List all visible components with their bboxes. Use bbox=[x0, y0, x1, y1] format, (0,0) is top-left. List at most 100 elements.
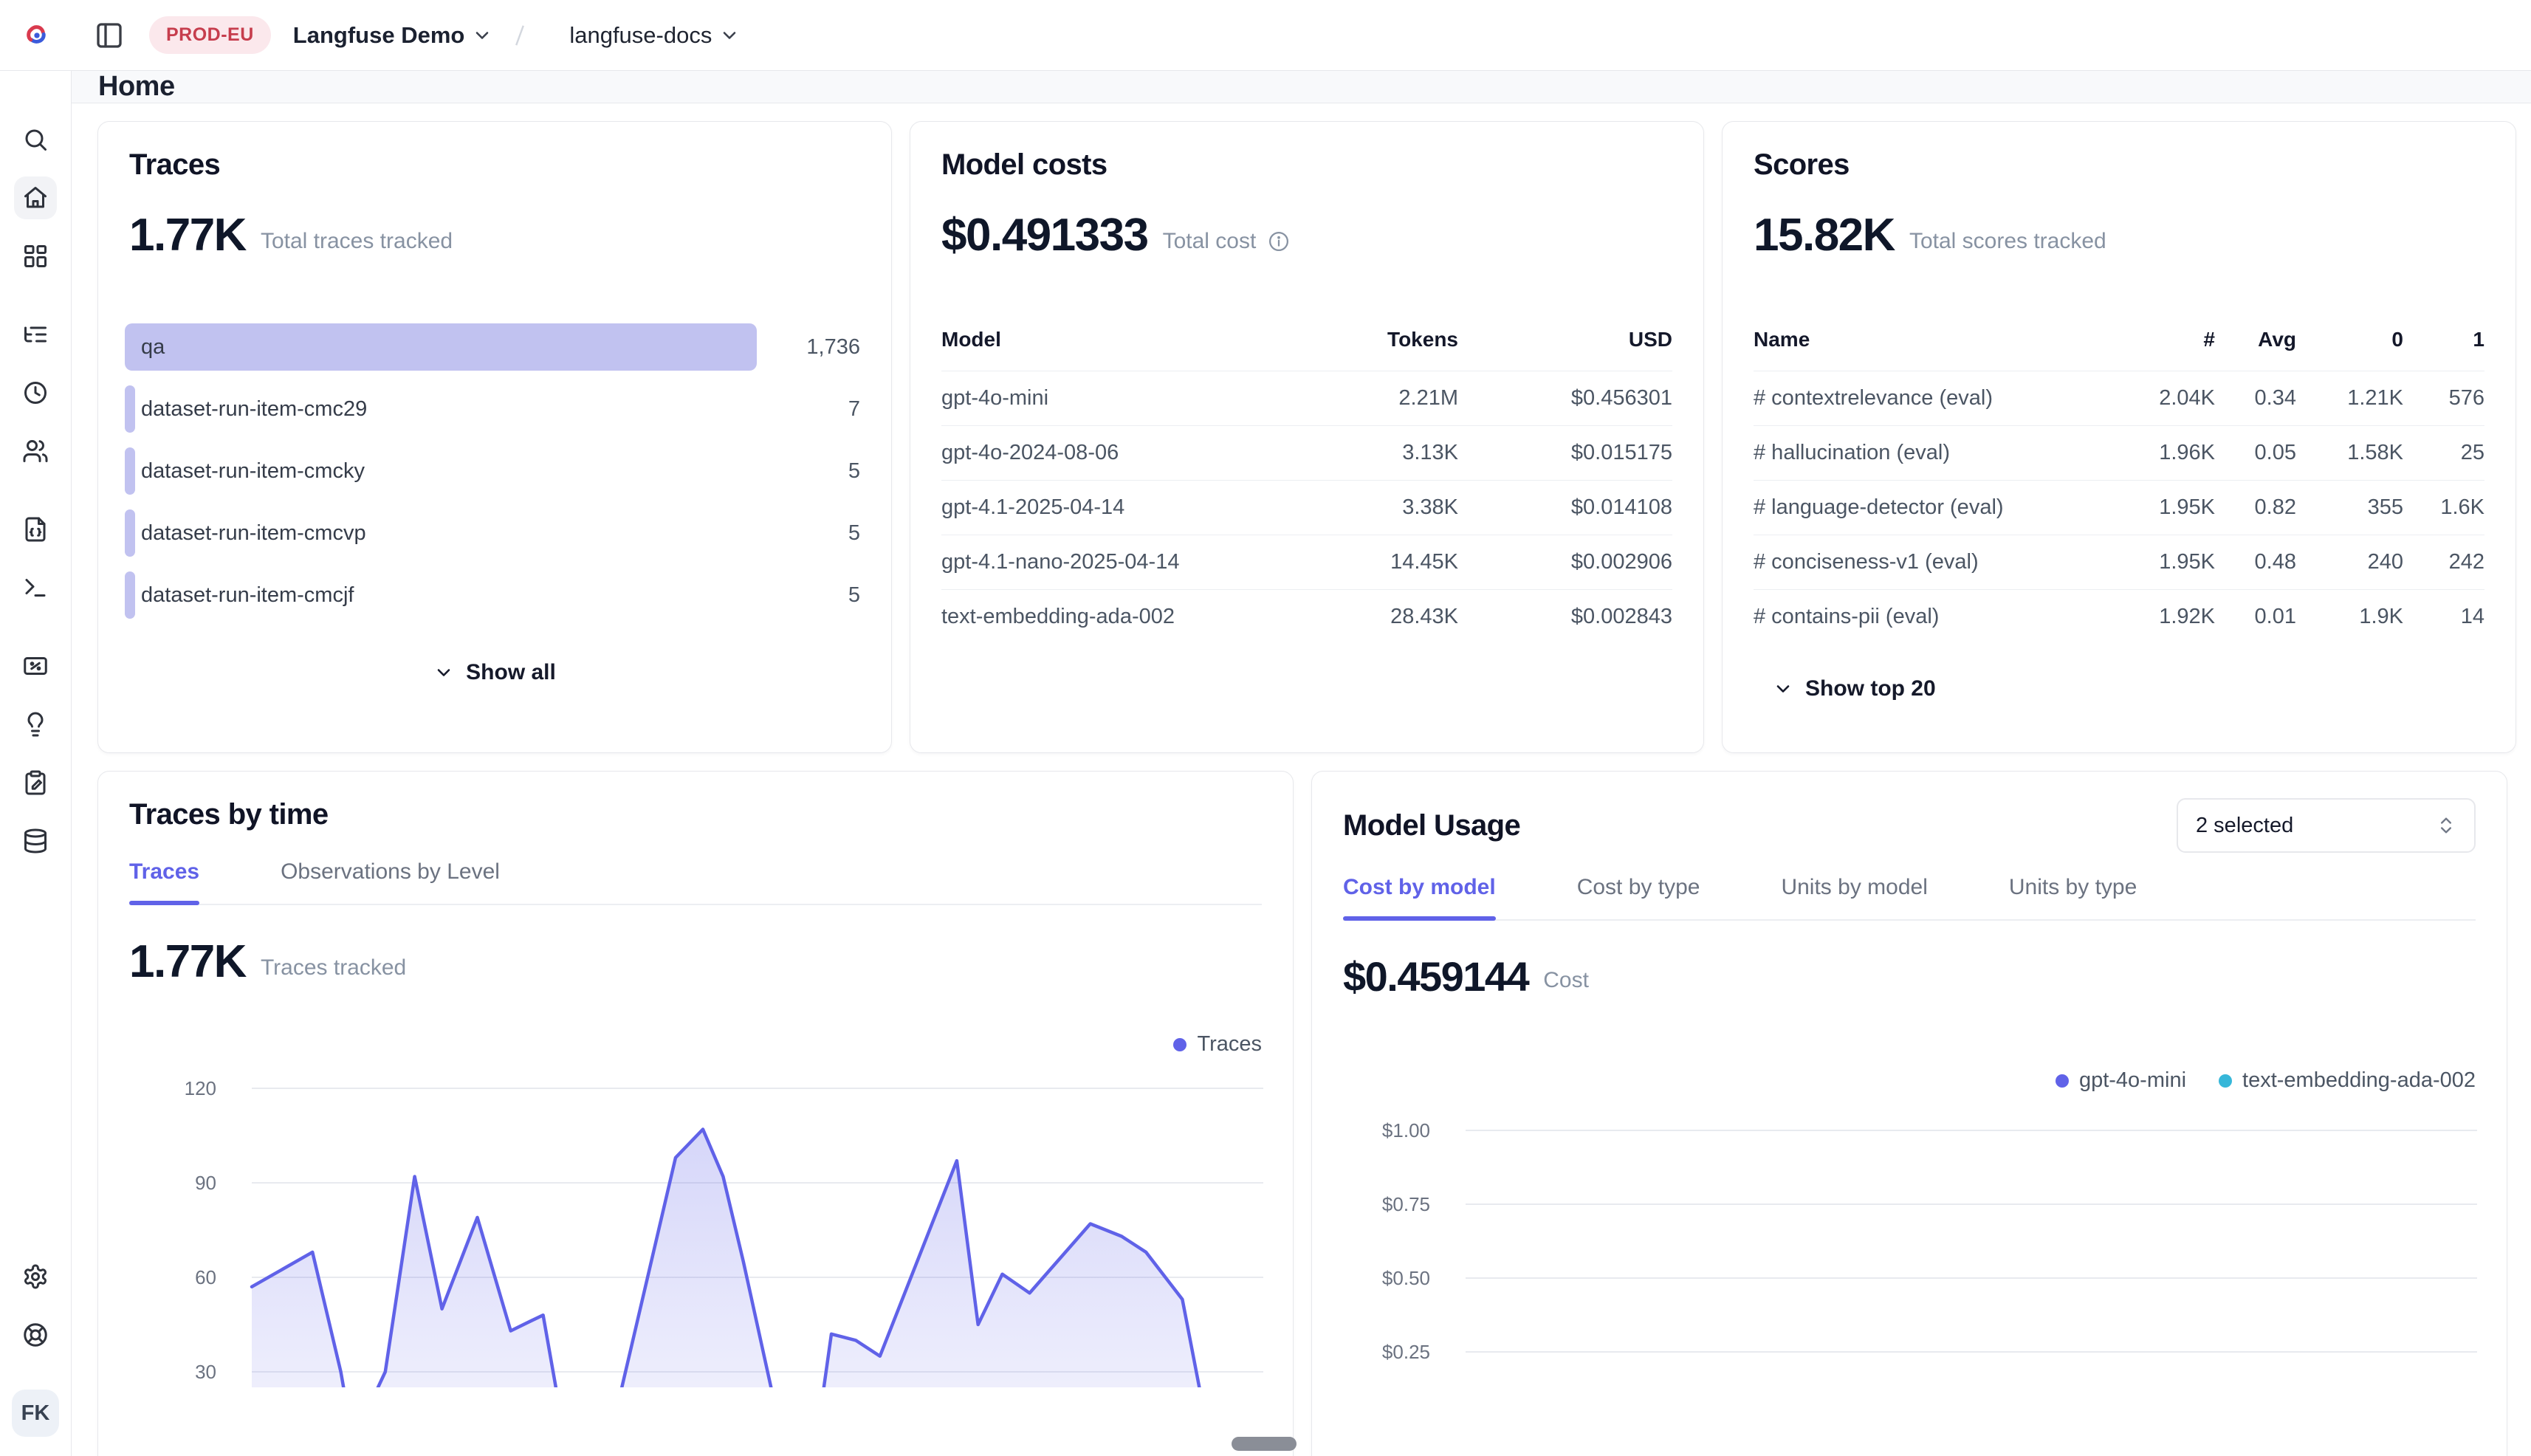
tab-traces[interactable]: Traces bbox=[129, 859, 199, 904]
users-icon[interactable] bbox=[14, 430, 57, 473]
tab-units-by-type[interactable]: Units by type bbox=[2009, 875, 2137, 919]
trace-label: dataset-run-item-cmcjf bbox=[125, 583, 354, 607]
tab-units-by-model[interactable]: Units by model bbox=[1781, 875, 1927, 919]
sidebar-toggle-icon[interactable] bbox=[93, 19, 126, 52]
col-name: Name bbox=[1754, 328, 2119, 351]
traces-metric: 1.77K bbox=[129, 213, 246, 258]
show-all-button[interactable]: Show all bbox=[129, 660, 860, 685]
search-icon[interactable] bbox=[14, 118, 57, 161]
tab-observations-by-level[interactable]: Observations by Level bbox=[281, 859, 500, 904]
tab-cost-by-type[interactable]: Cost by type bbox=[1577, 875, 1700, 919]
list-item: dataset-run-item-cmcvp 5 bbox=[125, 509, 860, 557]
topbar: PROD-EU Langfuse Demo langfuse-docs bbox=[0, 0, 2531, 71]
breadcrumb-separator bbox=[509, 22, 531, 49]
prompts-icon[interactable] bbox=[14, 508, 57, 551]
cards-row-bottom: Traces by time Traces Observations by Le… bbox=[97, 771, 2516, 1456]
home-icon[interactable] bbox=[14, 176, 57, 219]
tracing-icon[interactable] bbox=[14, 313, 57, 356]
col-usd: USD bbox=[1458, 328, 1672, 351]
scores-metric-row: 15.82K Total scores tracked bbox=[1754, 213, 2484, 258]
svg-text:$0.50: $0.50 bbox=[1382, 1267, 1430, 1289]
chevron-down-icon bbox=[472, 25, 492, 46]
chevron-down-icon bbox=[433, 662, 454, 683]
legend-item-text-embedding-ada-002[interactable]: text-embedding-ada-002 bbox=[2219, 1068, 2476, 1093]
col-count: # bbox=[2119, 328, 2215, 351]
svg-text:120: 120 bbox=[185, 1077, 216, 1099]
chevron-down-icon bbox=[1773, 679, 1793, 699]
show-all-label: Show all bbox=[466, 660, 556, 685]
traces-by-time-metric-row: 1.77K Traces tracked bbox=[129, 939, 1262, 985]
traces-by-time-card: Traces by time Traces Observations by Le… bbox=[97, 771, 1294, 1456]
col-model: Model bbox=[941, 328, 1296, 351]
content: Traces 1.77K Total traces tracked qa 1,7… bbox=[72, 103, 2531, 1456]
trace-label: dataset-run-item-cmcky bbox=[125, 459, 365, 483]
sessions-icon[interactable] bbox=[14, 371, 57, 414]
sidebar: FK bbox=[0, 71, 72, 1456]
model-costs-metric-row: $0.491333 Total cost bbox=[941, 213, 1672, 258]
col-zero: 0 bbox=[2296, 328, 2403, 351]
show-top-20-button[interactable]: Show top 20 bbox=[1754, 676, 2484, 701]
trace-value: 5 bbox=[757, 583, 860, 608]
datasets-icon[interactable] bbox=[14, 761, 57, 804]
table-header: Name # Avg 0 1 bbox=[1754, 328, 2484, 371]
langfuse-logo bbox=[22, 21, 52, 50]
avatar[interactable]: FK bbox=[12, 1390, 59, 1437]
traces-area-chart: 120906030 bbox=[129, 1077, 1263, 1387]
model-usage-title: Model Usage bbox=[1343, 809, 1520, 842]
trace-value: 7 bbox=[757, 397, 860, 422]
playground-icon[interactable] bbox=[14, 566, 57, 609]
model-usage-chart: $1.00$0.75$0.50$0.25 bbox=[1343, 1119, 2477, 1429]
legend-item-traces[interactable]: Traces bbox=[1173, 1032, 1262, 1057]
model-usage-metric-label: Cost bbox=[1543, 968, 1589, 997]
dashboards-icon[interactable] bbox=[14, 235, 57, 278]
model-costs-card: Model costs $0.491333 Total cost Model T… bbox=[910, 121, 1704, 753]
svg-text:$1.00: $1.00 bbox=[1382, 1119, 1430, 1141]
model-costs-metric: $0.491333 bbox=[941, 213, 1148, 258]
traces-by-time-title: Traces by time bbox=[129, 798, 1262, 831]
model-select-dropdown[interactable]: 2 selected bbox=[2177, 798, 2476, 853]
org-switcher[interactable]: Langfuse Demo bbox=[293, 22, 493, 49]
traces-metric-row: 1.77K Total traces tracked bbox=[129, 213, 860, 258]
project-switcher[interactable]: langfuse-docs bbox=[569, 22, 740, 49]
trace-value: 1,736 bbox=[757, 335, 860, 360]
info-icon[interactable] bbox=[1268, 230, 1290, 253]
evaluation-icon[interactable] bbox=[14, 645, 57, 687]
table-row: gpt-4o-mini 2.21M $0.456301 bbox=[941, 371, 1672, 425]
chevrons-up-down-icon bbox=[2436, 815, 2456, 836]
page-title: Home bbox=[98, 71, 175, 103]
legend-label: Traces bbox=[1197, 1032, 1262, 1057]
trace-value: 5 bbox=[757, 459, 860, 484]
traces-metric-label: Total traces tracked bbox=[261, 229, 453, 258]
tab-cost-by-model[interactable]: Cost by model bbox=[1343, 875, 1496, 919]
traces-card: Traces 1.77K Total traces tracked qa 1,7… bbox=[97, 121, 892, 753]
annotation-icon[interactable] bbox=[14, 703, 57, 746]
svg-text:60: 60 bbox=[195, 1266, 216, 1288]
model-usage-card: Model Usage 2 selected Cost by model Cos… bbox=[1311, 771, 2507, 1456]
table-header: Model Tokens USD bbox=[941, 328, 1672, 371]
legend-dot bbox=[2056, 1074, 2069, 1088]
traces-list: qa 1,736 dataset-run-item-cmc29 7 datase… bbox=[125, 323, 860, 619]
support-icon[interactable] bbox=[14, 1314, 57, 1356]
legend-label: text-embedding-ada-002 bbox=[2242, 1068, 2476, 1093]
trace-label: qa bbox=[125, 335, 165, 359]
scores-title: Scores bbox=[1754, 148, 2484, 182]
database-icon[interactable] bbox=[14, 820, 57, 862]
trace-label: dataset-run-item-cmc29 bbox=[125, 397, 367, 421]
list-item: dataset-run-item-cmcjf 5 bbox=[125, 571, 860, 619]
table-row: text-embedding-ada-002 28.43K $0.002843 bbox=[941, 589, 1672, 644]
table-row: gpt-4o-2024-08-06 3.13K $0.015175 bbox=[941, 425, 1672, 480]
model-costs-metric-label: Total cost bbox=[1163, 229, 1257, 258]
svg-text:$0.25: $0.25 bbox=[1382, 1341, 1430, 1363]
horizontal-scrollbar-thumb[interactable] bbox=[1232, 1437, 1297, 1451]
table-row: gpt-4.1-nano-2025-04-14 14.45K $0.002906 bbox=[941, 535, 1672, 589]
model-usage-metric: $0.459144 bbox=[1343, 956, 1528, 997]
traces-by-time-metric: 1.77K bbox=[129, 939, 246, 985]
svg-text:90: 90 bbox=[195, 1172, 216, 1194]
org-name: Langfuse Demo bbox=[293, 22, 465, 49]
table-row: # hallucination (eval) 1.96K 0.05 1.58K … bbox=[1754, 425, 2484, 480]
col-avg: Avg bbox=[2215, 328, 2296, 351]
project-name: langfuse-docs bbox=[569, 22, 712, 49]
legend-item-gpt-4o-mini[interactable]: gpt-4o-mini bbox=[2056, 1068, 2186, 1093]
settings-icon[interactable] bbox=[14, 1255, 57, 1298]
environment-badge[interactable]: PROD-EU bbox=[149, 16, 271, 54]
